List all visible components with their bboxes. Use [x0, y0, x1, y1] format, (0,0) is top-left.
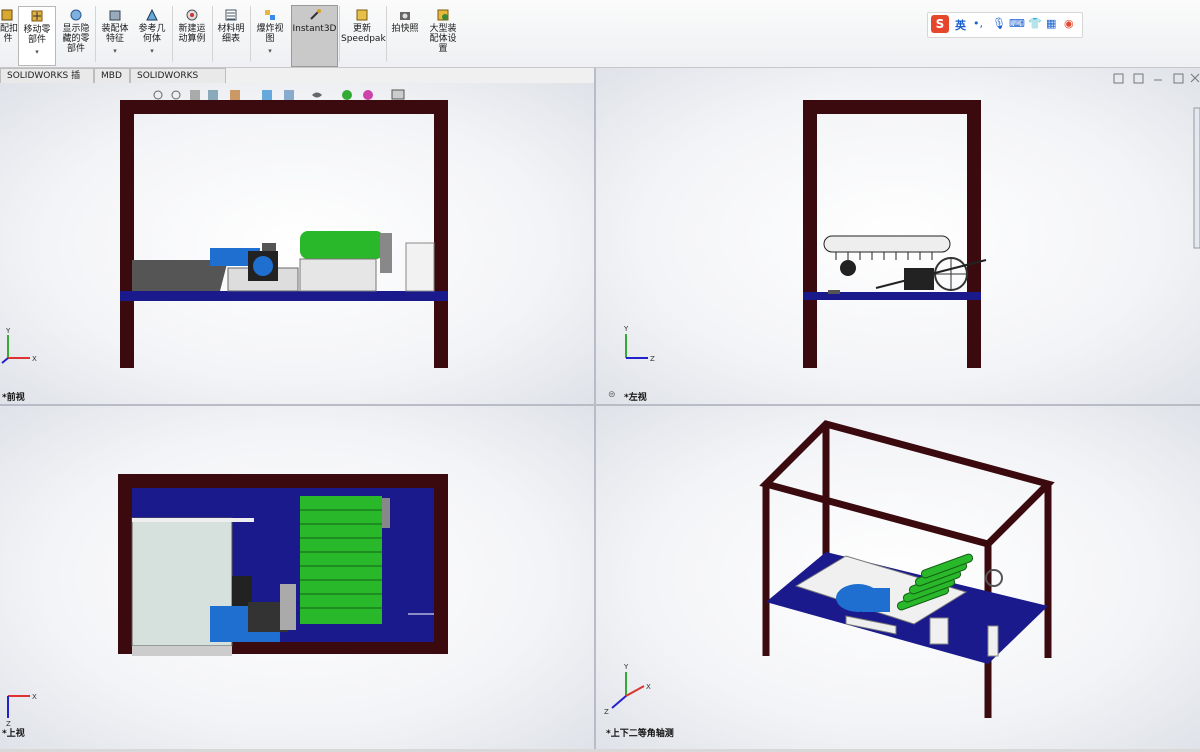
ribbon-separator — [212, 6, 213, 62]
ribbon-label: 装配体 特征 — [101, 24, 129, 44]
face-icon[interactable]: ◉ — [1064, 17, 1074, 30]
show-hidden-icon — [70, 9, 82, 21]
isometric-view-model: Y X Z — [604, 420, 1055, 718]
right-view-toolbar[interactable] — [1193, 107, 1200, 249]
svg-text:X: X — [646, 683, 651, 691]
snapshot-button[interactable]: 拍快照 — [388, 6, 422, 64]
snapshot-icon — [400, 12, 410, 20]
frame — [120, 100, 448, 368]
axis-triad: Y Z — [623, 325, 655, 363]
exploded-view-button[interactable]: 爆炸视 图 ▾ — [252, 6, 288, 64]
instant3d-button[interactable]: Instant3D — [291, 5, 338, 67]
move-component-button[interactable]: 移动零 部件 ▾ — [18, 6, 56, 66]
ribbon-label: 显示隐 藏的零 部件 — [62, 24, 90, 54]
shirt-icon[interactable]: 👕 — [1028, 17, 1042, 30]
ribbon-label: 更新 Speedpak — [341, 24, 386, 44]
viewport-top[interactable]: X Z *上视 — [0, 406, 594, 749]
grid-icon[interactable]: ▦ — [1046, 17, 1056, 30]
motion-study-icon — [186, 9, 198, 21]
ribbon-separator — [95, 6, 96, 62]
frame — [803, 100, 981, 368]
mate-button[interactable]: 配扣 件 — [0, 6, 19, 64]
dropdown-arrow-icon[interactable]: ▾ — [98, 46, 132, 56]
axis-triad: Y X Z — [604, 663, 651, 716]
roller-array — [300, 496, 382, 624]
microphone-icon[interactable]: 🎙 — [992, 17, 1006, 30]
large-assembly-settings-button[interactable]: 大型装 配体设 置 — [424, 6, 462, 64]
axis-triad: Y X — [1, 327, 37, 364]
ribbon-label: 材料明 细表 — [217, 24, 245, 44]
tab-mbd[interactable]: MBD — [94, 68, 130, 84]
ribbon-label: 配扣 件 — [0, 24, 19, 44]
viewport-label: *上视 — [2, 729, 25, 739]
motion-study-button[interactable]: 新建运 动算例 — [174, 6, 210, 64]
assembly-feature-button[interactable]: 装配体 特征 ▾ — [98, 6, 132, 64]
left-view-model: Y Z — [623, 73, 1200, 368]
ribbon-label: 拍快照 — [391, 24, 419, 34]
svg-text:Y: Y — [5, 327, 11, 335]
bom-icon — [225, 9, 237, 21]
viewport-label: *左视 — [624, 393, 647, 403]
svg-text:Y: Y — [623, 325, 629, 333]
reference-geometry-button[interactable]: 参考几 何体 ▾ — [134, 6, 170, 64]
ime-toolbar: S 英 •, 🎙 ⌨ 👕 ▦ ◉ — [927, 12, 1083, 38]
sogou-logo-icon[interactable]: S — [931, 15, 949, 33]
viewport-label: *前视 — [2, 393, 25, 403]
viewport-window-controls[interactable] — [1113, 73, 1200, 84]
ribbon-label: Instant3D — [292, 24, 337, 34]
update-speedpak-button[interactable]: 更新 Speedpak — [341, 6, 386, 64]
dropdown-arrow-icon[interactable]: ▾ — [252, 46, 288, 56]
ribbon-separator — [250, 6, 251, 62]
move-component-icon — [31, 10, 43, 22]
heads-up-view-toolbar[interactable] — [153, 89, 405, 100]
link-icon[interactable]: ⊜ — [608, 390, 616, 400]
top-view-model: X Z — [6, 474, 448, 728]
punctuation-icon[interactable]: •, — [973, 17, 983, 30]
ribbon-label: 爆炸视 图 — [256, 24, 284, 44]
reference-geometry-icon — [146, 8, 158, 21]
viewport-splitter-vertical[interactable] — [594, 68, 596, 750]
ime-language-toggle[interactable]: 英 — [955, 17, 966, 33]
large-assembly-icon — [437, 9, 449, 21]
svg-text:Z: Z — [650, 355, 655, 363]
viewport-isometric[interactable]: Y X Z *上下二等角轴测 — [596, 406, 1200, 749]
axis-triad: X Z — [6, 693, 37, 728]
exploded-view-icon — [265, 10, 275, 20]
viewport-front[interactable]: Y X *前视 — [0, 83, 594, 404]
command-ribbon: 配扣 件 移动零 部件 ▾ 显示隐 藏的零 部件 装配体 特征 ▾ 参考几 何体… — [0, 0, 1200, 68]
svg-text:Z: Z — [604, 708, 609, 716]
mate-icon — [1, 9, 13, 21]
ribbon-label: 移动零 部件 — [23, 25, 51, 45]
ribbon-separator — [386, 6, 387, 62]
ribbon-label: 参考几 何体 — [138, 24, 166, 44]
viewport-label: *上下二等角轴测 — [606, 729, 674, 739]
show-hidden-button[interactable]: 显示隐 藏的零 部件 — [58, 6, 94, 64]
svg-text:X: X — [32, 693, 37, 701]
ribbon-separator — [339, 6, 340, 62]
ribbon-label: 大型装 配体设 置 — [429, 24, 457, 54]
ribbon-label: 新建运 动算例 — [178, 24, 206, 44]
viewport-splitter-horizontal[interactable] — [0, 404, 1200, 406]
svg-text:X: X — [32, 355, 37, 363]
svg-text:Y: Y — [623, 663, 629, 671]
dropdown-arrow-icon[interactable]: ▾ — [19, 47, 55, 57]
tab-solidworks-cam[interactable]: SOLIDWORKS CAM — [130, 68, 226, 95]
dropdown-arrow-icon[interactable]: ▾ — [134, 46, 170, 56]
viewport-left[interactable]: Y Z *左视 ⊜ — [596, 68, 1200, 404]
bom-button[interactable]: 材料明 细表 — [214, 6, 248, 64]
keyboard-icon[interactable]: ⌨ — [1009, 17, 1025, 30]
tab-solidworks-addins[interactable]: SOLIDWORKS 插件 — [0, 68, 94, 95]
front-view-model: Y X — [1, 89, 448, 368]
assembly-feature-icon — [109, 10, 121, 21]
instant3d-icon — [309, 9, 321, 20]
ribbon-separator — [172, 6, 173, 62]
speedpak-icon — [356, 9, 368, 21]
